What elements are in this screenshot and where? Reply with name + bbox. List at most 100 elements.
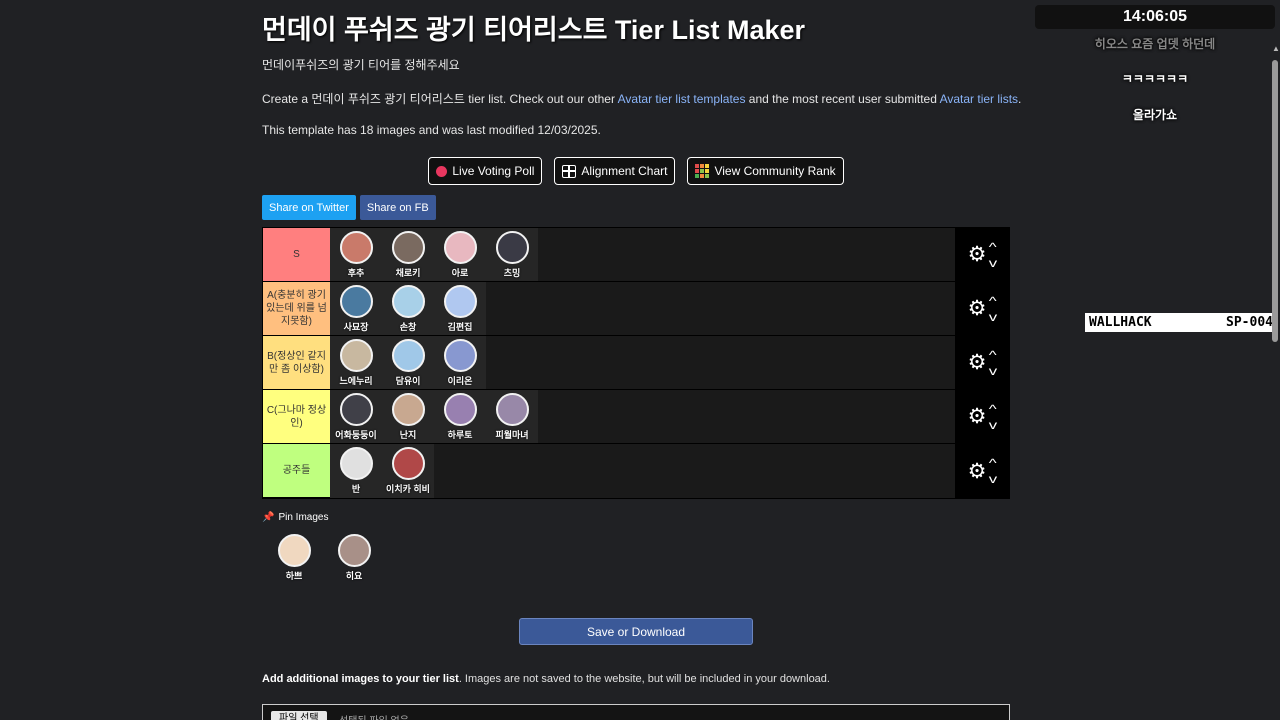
rank-cell bbox=[700, 174, 705, 178]
avatar bbox=[495, 231, 529, 264]
tier-row: B(정상인 같지만 좀 이상함) 느에누리 담유이 이리온 ⚙ ^ v bbox=[263, 336, 1009, 390]
avatar bbox=[339, 447, 373, 480]
scroll-up-arrow-icon[interactable]: ▲ bbox=[1272, 44, 1280, 53]
gear-icon[interactable]: ⚙ bbox=[968, 352, 987, 373]
gear-icon[interactable]: ⚙ bbox=[968, 244, 987, 265]
save-download-button[interactable]: Save or Download bbox=[519, 618, 753, 645]
gear-icon[interactable]: ⚙ bbox=[968, 406, 987, 427]
live-voting-button[interactable]: Live Voting Poll bbox=[428, 157, 543, 185]
move-down-icon[interactable]: v bbox=[989, 419, 997, 431]
tier-items-group: 어화둥둥이 난지 하루토 피월마녀 bbox=[330, 390, 538, 443]
move-arrows: ^ v bbox=[989, 457, 997, 485]
gear-icon[interactable]: ⚙ bbox=[968, 298, 987, 319]
item-name: 츠밍 bbox=[503, 268, 521, 278]
tier-label[interactable]: B(정상인 같지만 좀 이상함) bbox=[263, 336, 330, 389]
tier-item[interactable]: 후추 bbox=[330, 228, 382, 281]
move-arrows: ^ v bbox=[989, 349, 997, 377]
tier-item[interactable]: 피월마녀 bbox=[486, 390, 538, 443]
avatar bbox=[495, 393, 529, 426]
avatar bbox=[339, 339, 373, 372]
tier-items: 어화둥둥이 난지 하루토 피월마녀 bbox=[330, 390, 955, 443]
avatar bbox=[337, 534, 371, 567]
tier-item[interactable]: 이치카 히비 bbox=[382, 444, 434, 498]
avatar bbox=[391, 231, 425, 264]
tier-controls: ⚙ ^ v bbox=[955, 444, 1009, 498]
move-up-icon[interactable]: ^ bbox=[989, 457, 997, 469]
tier-items-group: 반 이치카 히비 bbox=[330, 444, 434, 498]
page-title: 먼데이 푸쉬즈 광기 티어리스트 Tier List Maker bbox=[262, 15, 806, 45]
avatar bbox=[391, 339, 425, 372]
tier-item[interactable]: 난지 bbox=[382, 390, 434, 443]
move-up-icon[interactable]: ^ bbox=[989, 403, 997, 415]
tier-item[interactable]: 김편집 bbox=[434, 282, 486, 335]
tier-item[interactable]: 어화둥둥이 bbox=[330, 390, 382, 443]
tier-item[interactable]: 담유이 bbox=[382, 336, 434, 389]
chat-message-2: ㅋㅋㅋㅋㅋㅋ bbox=[1121, 72, 1189, 86]
avatar bbox=[391, 393, 425, 426]
item-name: 하루토 bbox=[447, 430, 473, 440]
avatar bbox=[339, 393, 373, 426]
item-name: 채로키 bbox=[395, 268, 421, 278]
tier-item[interactable]: 하루토 bbox=[434, 390, 486, 443]
avatar bbox=[339, 231, 373, 264]
avatar-tierlists-link[interactable]: Avatar tier lists bbox=[940, 92, 1018, 106]
item-name: 이치카 히비 bbox=[386, 484, 430, 494]
scrollbar-thumb[interactable] bbox=[1272, 60, 1278, 342]
tier-row: S 후추채로키 아로츠밍 ⚙ ^ v bbox=[263, 228, 1009, 282]
avatar bbox=[443, 393, 477, 426]
share-twitter-button[interactable]: Share on Twitter bbox=[262, 195, 356, 220]
tier-item[interactable]: 히요 bbox=[328, 531, 380, 582]
alignment-chart-button[interactable]: Alignment Chart bbox=[554, 157, 676, 185]
move-arrows: ^ v bbox=[989, 403, 997, 431]
description: Create a 먼데이 푸쉬즈 광기 티어리스트 tier list. Che… bbox=[262, 90, 1021, 107]
move-down-icon[interactable]: v bbox=[989, 257, 997, 269]
share-fb-button[interactable]: Share on FB bbox=[359, 195, 436, 220]
avatar-templates-link[interactable]: Avatar tier list templates bbox=[618, 92, 746, 106]
tier-label[interactable]: S bbox=[263, 228, 330, 281]
tier-items: 후추 채로키 아로 츠밍 bbox=[330, 228, 955, 281]
chat-message-3: 올라가쇼 bbox=[1132, 108, 1178, 122]
tier-controls: ⚙ ^ v bbox=[955, 336, 1009, 389]
live-voting-label: Live Voting Poll bbox=[452, 164, 535, 178]
rank-cell bbox=[705, 164, 710, 168]
file-upload-box: 파일 선택 선택된 파일 없음 bbox=[262, 704, 1010, 720]
tier-item[interactable]: 츠밍 bbox=[486, 228, 538, 281]
move-up-icon[interactable]: ^ bbox=[989, 295, 997, 307]
tier-items: 느에누리 담유이 이리온 bbox=[330, 336, 955, 389]
chat-message-1: 히오스 요즘 업뎃 하던데 bbox=[1094, 37, 1216, 51]
tier-item[interactable]: 이리온 bbox=[434, 336, 486, 389]
desc-prefix: Create a 먼데이 푸쉬즈 광기 티어리스트 tier list. Che… bbox=[262, 92, 618, 106]
alignment-chart-label: Alignment Chart bbox=[581, 164, 668, 178]
tier-item[interactable]: 느에누리 bbox=[330, 336, 382, 389]
community-rank-label: View Community Rank bbox=[714, 164, 836, 178]
tier-item[interactable]: 반 bbox=[330, 444, 382, 498]
tier-items: 사묘장 손창 김편집 bbox=[330, 282, 955, 335]
tier-item[interactable]: 아로 bbox=[434, 228, 486, 281]
tier-label[interactable]: A(충분히 광기 있는데 위를 넘지못함) bbox=[263, 282, 330, 335]
move-up-icon[interactable]: ^ bbox=[989, 349, 997, 361]
tier-items-group: 사묘장 손창 김편집 bbox=[330, 282, 486, 335]
gear-icon[interactable]: ⚙ bbox=[968, 461, 987, 482]
action-buttons: Live Voting Poll Alignment Chart View Co… bbox=[262, 157, 1010, 185]
template-meta: This template has 18 images and was last… bbox=[262, 123, 601, 137]
community-rank-button[interactable]: View Community Rank bbox=[687, 157, 844, 185]
move-down-icon[interactable]: v bbox=[989, 365, 997, 377]
move-arrows: ^ v bbox=[989, 295, 997, 323]
rank-cell bbox=[700, 164, 705, 168]
tier-item[interactable]: 하쁘 bbox=[268, 531, 320, 582]
tier-item[interactable]: 손창 bbox=[382, 282, 434, 335]
item-name: 담유이 bbox=[395, 376, 421, 386]
tier-label[interactable]: C(그나마 정상인) bbox=[263, 390, 330, 443]
move-up-icon[interactable]: ^ bbox=[989, 241, 997, 253]
rank-cell bbox=[700, 169, 705, 173]
tier-label[interactable]: 공주들 bbox=[263, 444, 330, 497]
tier-item[interactable]: 사묘장 bbox=[330, 282, 382, 335]
move-down-icon[interactable]: v bbox=[989, 311, 997, 323]
tier-item[interactable]: 채로키 bbox=[382, 228, 434, 281]
add-images-rest: . Images are not saved to the website, b… bbox=[458, 673, 830, 685]
file-select-button[interactable]: 파일 선택 bbox=[271, 711, 327, 720]
pin-images-label[interactable]: 📌 Pin Images bbox=[262, 512, 328, 523]
item-name: 히요 bbox=[345, 571, 363, 581]
move-down-icon[interactable]: v bbox=[989, 473, 997, 485]
tier-row: C(그나마 정상인) 어화둥둥이 난지 하루토 피월마녀 ⚙ ^ v bbox=[263, 390, 1009, 444]
